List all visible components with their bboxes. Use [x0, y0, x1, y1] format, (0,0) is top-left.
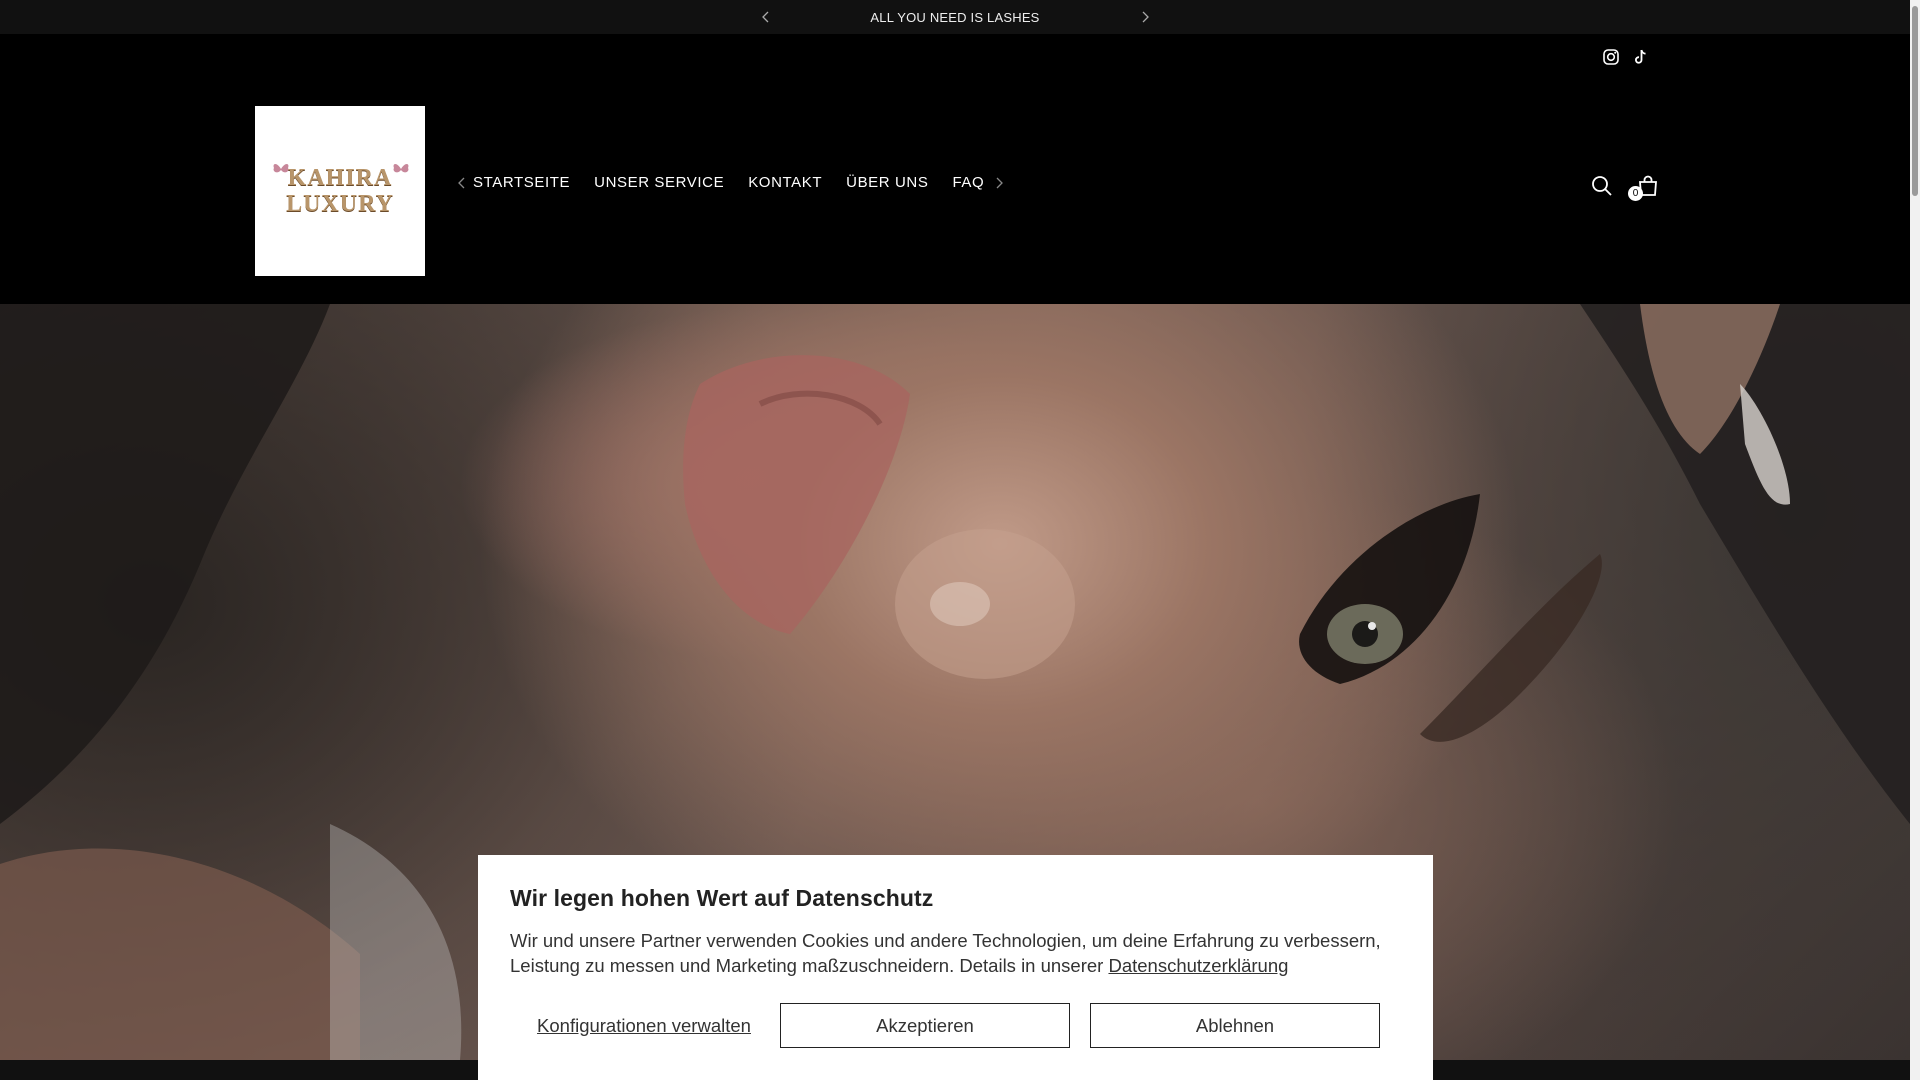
main-nav: STARTSEITE UNSER SERVICE KONTAKT ÜBER UN… [455, 174, 1006, 191]
chevron-right-icon[interactable] [992, 176, 1006, 190]
cookie-title: Wir legen hohen Wert auf Datenschutz [510, 885, 934, 911]
logo-line-2: LUXURY [286, 191, 394, 217]
social-links [1602, 48, 1650, 66]
nav-item-faq[interactable]: FAQ [952, 174, 984, 191]
nav-item-startseite[interactable]: STARTSEITE [473, 174, 570, 191]
logo-line-1: KAHIRA [287, 165, 393, 191]
cart-icon[interactable]: 0 [1628, 174, 1660, 201]
site-logo[interactable]: KAHIRA LUXURY [255, 106, 425, 276]
cookie-banner: Wir legen hohen Wert auf Datenschutz Wir… [478, 855, 1433, 1080]
nav-item-ueber-uns[interactable]: ÜBER UNS [846, 174, 928, 191]
manage-preferences-link[interactable]: Konfigurationen verwalten [510, 1015, 778, 1037]
nav-item-kontakt[interactable]: KONTAKT [748, 174, 822, 191]
accept-button[interactable]: Akzeptieren [780, 1003, 1070, 1048]
tiktok-icon[interactable] [1632, 48, 1650, 66]
chevron-left-icon[interactable] [757, 8, 775, 26]
butterfly-icon [273, 164, 289, 173]
page-scrollbar[interactable] [1910, 0, 1920, 1080]
chevron-right-icon[interactable] [1136, 8, 1154, 26]
scrollbar-thumb[interactable] [1912, 6, 1918, 196]
nav-item-unser-service[interactable]: UNSER SERVICE [594, 174, 724, 191]
site-header: KAHIRA LUXURY STARTSEITE UNSER SERVICE K… [0, 34, 1910, 304]
cart-count-badge: 0 [1628, 186, 1643, 201]
instagram-icon[interactable] [1602, 48, 1620, 66]
chevron-left-icon[interactable] [455, 176, 469, 190]
cookie-actions: Konfigurationen verwalten Akzeptieren Ab… [510, 1003, 1400, 1048]
cookie-text: Wir und unsere Partner verwenden Cookies… [510, 928, 1410, 978]
header-actions: 0 [1590, 174, 1660, 201]
butterfly-icon [393, 164, 409, 173]
search-icon[interactable] [1590, 174, 1614, 198]
decline-button[interactable]: Ablehnen [1090, 1003, 1380, 1048]
announcement-bar: ALL YOU NEED IS LASHES [0, 0, 1910, 34]
announcement-text: ALL YOU NEED IS LASHES [870, 9, 1040, 25]
privacy-policy-link[interactable]: Datenschutzerklärung [1108, 955, 1288, 976]
